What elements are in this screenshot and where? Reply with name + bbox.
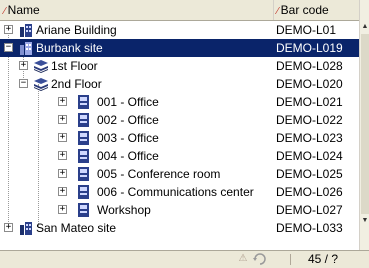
record-count: 45 / ? <box>308 252 339 266</box>
expand-icon[interactable]: + <box>58 187 67 196</box>
column-header-bar: ⁄ Name ⁄ Bar code <box>0 0 369 21</box>
tree-row[interactable]: + 004 - Office DEMO-L024 <box>0 147 359 165</box>
tree-row[interactable]: + San Mateo site DEMO-L033 <box>0 219 359 237</box>
collapse-icon[interactable]: − <box>19 79 28 88</box>
status-separator <box>290 254 291 265</box>
room-icon <box>78 203 89 217</box>
room-icon <box>78 131 89 145</box>
row-barcode: DEMO-L026 <box>276 185 343 199</box>
collapse-icon[interactable]: − <box>4 43 13 52</box>
row-barcode: DEMO-L020 <box>276 77 343 91</box>
expand-icon[interactable]: + <box>58 97 67 106</box>
row-name: 003 - Office <box>97 131 159 145</box>
tree-row[interactable]: + 002 - Office DEMO-L022 <box>0 111 359 129</box>
row-name: Ariane Building <box>36 23 117 37</box>
expand-icon[interactable]: + <box>19 61 28 70</box>
tree-row[interactable]: + 006 - Communications center DEMO-L026 <box>0 183 359 201</box>
barcode-column-label: Bar code <box>280 3 329 17</box>
expand-icon[interactable]: + <box>4 223 13 232</box>
row-barcode: DEMO-L021 <box>276 95 343 109</box>
row-barcode: DEMO-L028 <box>276 59 343 73</box>
row-name: Burbank site <box>36 41 103 55</box>
tree-row[interactable]: + 001 - Office DEMO-L021 <box>0 93 359 111</box>
row-name: 004 - Office <box>97 149 159 163</box>
row-name: Workshop <box>97 203 151 217</box>
name-column-label: Name <box>7 3 40 17</box>
row-name: 1st Floor <box>51 59 98 73</box>
row-name: San Mateo site <box>36 221 117 235</box>
floor-layers-icon <box>34 78 48 91</box>
row-barcode: DEMO-L033 <box>276 221 343 235</box>
expand-icon[interactable]: + <box>4 25 13 34</box>
expand-icon[interactable]: + <box>58 115 67 124</box>
sort-indicator-icon: ⁄ <box>4 6 6 17</box>
expand-icon[interactable]: + <box>58 205 67 214</box>
status-bar: ⚠ 45 / ? <box>0 250 369 268</box>
room-icon <box>78 149 89 163</box>
tree-row-selected[interactable]: − Burbank site DEMO-L019 <box>0 39 359 57</box>
sort-indicator-icon: ⁄ <box>277 6 279 17</box>
vertical-scrollbar[interactable]: ▲ ▼ <box>359 0 369 250</box>
row-name: 001 - Office <box>97 95 159 109</box>
refresh-icon[interactable] <box>252 252 268 266</box>
scroll-up-arrow-icon[interactable]: ▲ <box>360 21 369 33</box>
scrollbar-thumb[interactable] <box>361 34 369 214</box>
tree-row[interactable]: + 1st Floor DEMO-L028 <box>0 57 359 75</box>
floor-layers-icon <box>34 60 48 73</box>
row-name: 2nd Floor <box>51 77 102 91</box>
building-icon <box>20 24 32 37</box>
room-icon <box>78 95 89 109</box>
name-column-header[interactable]: ⁄ Name <box>4 0 274 20</box>
building-icon <box>20 222 32 235</box>
scroll-down-arrow-icon[interactable]: ▼ <box>360 215 369 227</box>
row-barcode: DEMO-L027 <box>276 203 343 217</box>
building-icon <box>20 42 32 55</box>
barcode-column-header[interactable]: ⁄ Bar code <box>273 0 362 20</box>
room-icon <box>78 185 89 199</box>
tree-row[interactable]: + 005 - Conference room DEMO-L025 <box>0 165 359 183</box>
tree-row[interactable]: + Workshop DEMO-L027 <box>0 201 359 219</box>
row-barcode: DEMO-L023 <box>276 131 343 145</box>
expand-icon[interactable]: + <box>58 169 67 178</box>
row-barcode: DEMO-L01 <box>276 23 337 37</box>
row-barcode: DEMO-L019 <box>276 41 343 55</box>
expand-icon[interactable]: + <box>58 151 67 160</box>
tree-list: + Ariane Building DEMO-L01 − Burbank sit… <box>0 21 359 237</box>
tree-row[interactable]: + Ariane Building DEMO-L01 <box>0 21 359 39</box>
tree-row[interactable]: − 2nd Floor DEMO-L020 <box>0 75 359 93</box>
room-icon <box>78 167 89 181</box>
row-barcode: DEMO-L022 <box>276 113 343 127</box>
row-name: 005 - Conference room <box>97 167 221 181</box>
location-tree-window: ⁄ Name ⁄ Bar code + Ariane Building DEMO-L… <box>0 0 369 268</box>
expand-icon[interactable]: + <box>58 133 67 142</box>
room-icon <box>78 113 89 127</box>
row-barcode: DEMO-L024 <box>276 149 343 163</box>
tree-row[interactable]: + 003 - Office DEMO-L023 <box>0 129 359 147</box>
row-barcode: DEMO-L025 <box>276 167 343 181</box>
row-name: 002 - Office <box>97 113 159 127</box>
row-name: 006 - Communications center <box>97 185 254 199</box>
filter-icon: ⚠ <box>238 253 248 264</box>
